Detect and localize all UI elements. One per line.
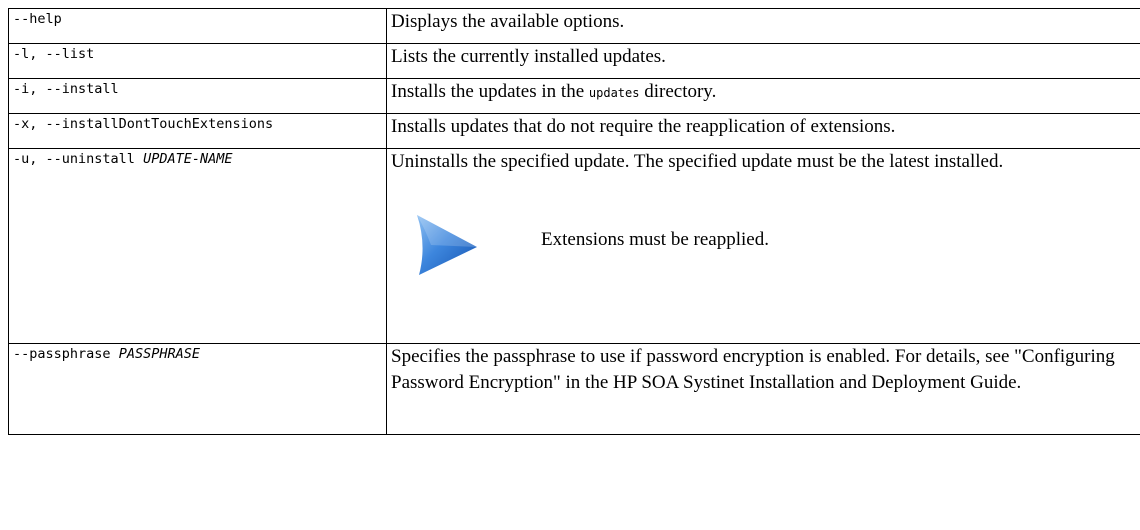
option-description: Lists the currently installed updates.: [391, 46, 666, 67]
description-cell: Installs updates that do not require the…: [386, 113, 1140, 149]
option-cell: --help: [8, 8, 387, 44]
description-cell: Uninstalls the specified update. The spe…: [386, 148, 1140, 344]
option-name: -x, --installDontTouchExtensions: [13, 116, 274, 132]
option-description: Displays the available options.: [391, 11, 625, 32]
option-cell: -x, --installDontTouchExtensions: [8, 113, 387, 149]
description-cell: Lists the currently installed updates.: [386, 43, 1140, 79]
option-description: Specifies the passphrase to use if passw…: [391, 346, 1115, 393]
option-argument: PASSPHRASE: [118, 346, 200, 362]
note-box: Extensions must be reapplied.: [391, 199, 1136, 299]
table-row: -x, --installDontTouchExtensions Install…: [8, 113, 1140, 149]
option-name: --passphrase: [13, 346, 111, 362]
option-cell: -l, --list: [8, 43, 387, 79]
option-cell: -u, --uninstall UPDATE-NAME: [8, 148, 387, 344]
description-cell: Specifies the passphrase to use if passw…: [386, 343, 1140, 435]
updates-directory-code: updates: [588, 86, 640, 100]
option-description: Installs updates that do not require the…: [391, 116, 896, 137]
option-cell: --passphrase PASSPHRASE: [8, 343, 387, 435]
option-argument: UPDATE-NAME: [143, 151, 233, 167]
option-name: -i, --install: [13, 81, 119, 97]
table-row: --passphrase PASSPHRASE Specifies the pa…: [8, 343, 1140, 435]
option-description: Uninstalls the specified update. The spe…: [391, 151, 1004, 172]
description-cell: Installs the updates in the updates dire…: [386, 78, 1140, 114]
options-table: --help Displays the available options. -…: [8, 8, 1140, 435]
table-row: -i, --install Installs the updates in th…: [8, 78, 1140, 114]
description-cell: Displays the available options.: [386, 8, 1140, 44]
option-description-end: directory.: [644, 81, 717, 102]
note-text: Extensions must be reapplied.: [541, 229, 769, 250]
option-name: -l, --list: [13, 46, 95, 62]
arrow-right-icon: [417, 215, 477, 275]
option-cell: -i, --install: [8, 78, 387, 114]
option-name: -u, --uninstall: [13, 151, 135, 167]
table-row: --help Displays the available options.: [8, 8, 1140, 44]
table-row: -u, --uninstall UPDATE-NAME Uninstalls t…: [8, 148, 1140, 344]
table-row: -l, --list Lists the currently installed…: [8, 43, 1140, 79]
option-name: --help: [13, 11, 62, 27]
option-description: Installs the updates in the: [391, 81, 585, 102]
